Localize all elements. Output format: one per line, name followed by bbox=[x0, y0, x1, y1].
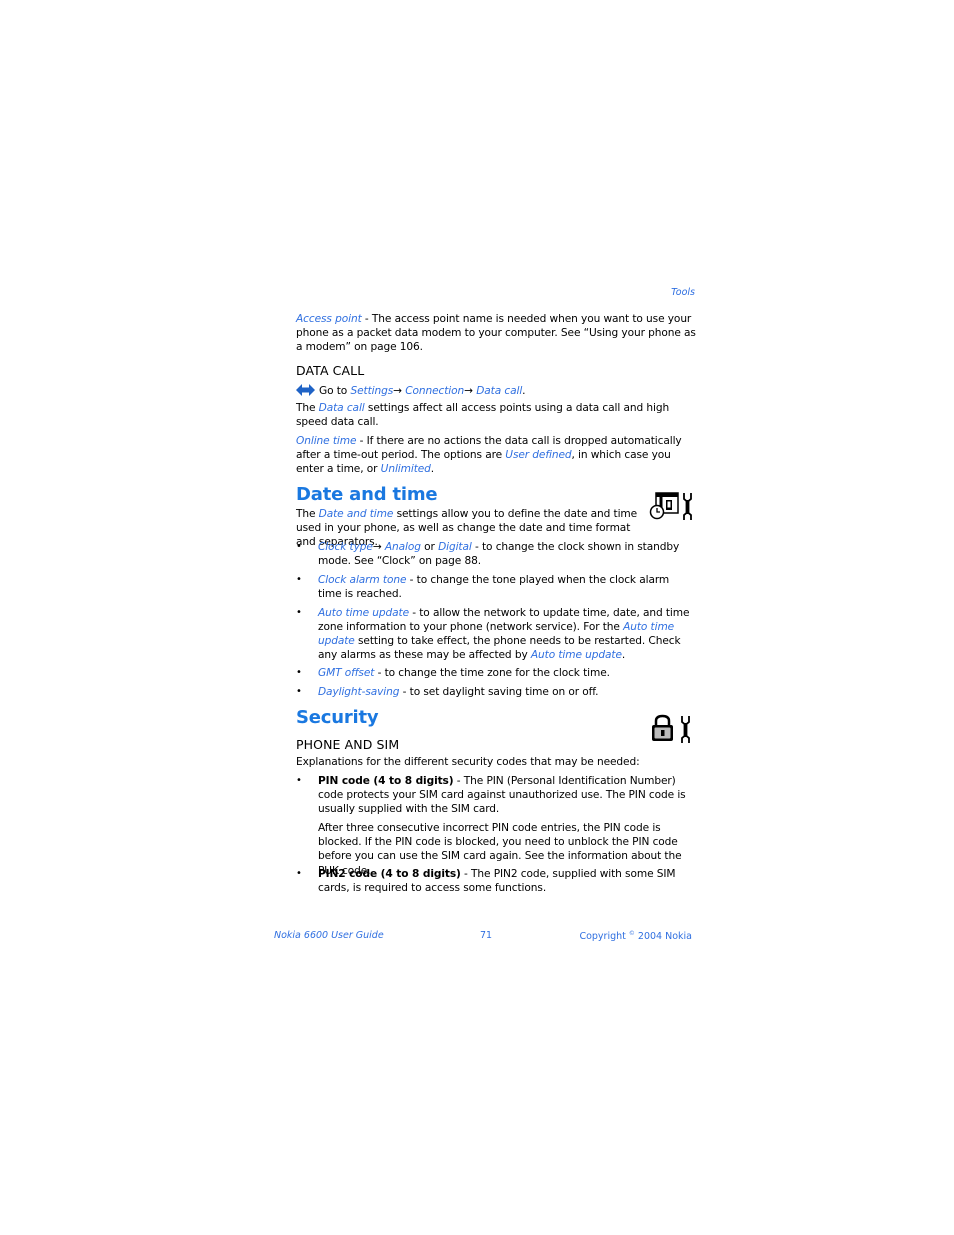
access-point-paragraph: Access point - The access point name is … bbox=[296, 312, 696, 354]
phone-and-sim-heading: PHONE AND SIM bbox=[296, 737, 400, 752]
pin-code-term: PIN code (4 to 8 digits) bbox=[318, 775, 454, 787]
bullet: • bbox=[296, 775, 302, 786]
bullet: • bbox=[296, 868, 302, 879]
pin2-code-term: PIN2 code (4 to 8 digits) bbox=[318, 868, 461, 880]
analog-option: Analog bbox=[384, 541, 421, 553]
nav-settings: Settings bbox=[350, 385, 394, 397]
navigation-arrow-icon bbox=[296, 383, 315, 401]
list-item: • GMT offset - to change the time zone f… bbox=[296, 667, 610, 679]
data-call-nav-path: Go to Settings→ Connection→ Data call. bbox=[296, 383, 696, 401]
user-defined-option: User defined bbox=[505, 449, 572, 462]
bullet: • bbox=[296, 574, 302, 585]
list-item: • Daylight-saving - to set daylight savi… bbox=[296, 686, 599, 698]
bullet: • bbox=[296, 607, 302, 618]
daylight-saving-term: Daylight-saving bbox=[318, 686, 400, 698]
digital-option: Digital bbox=[438, 541, 472, 553]
bullet: • bbox=[296, 667, 302, 678]
list-item: • Clock alarm tone - to change the tone … bbox=[296, 574, 670, 601]
date-time-term: Date and time bbox=[318, 508, 394, 520]
bullet: • bbox=[296, 686, 302, 697]
data-call-heading: DATA CALL bbox=[296, 363, 365, 378]
footer-guide-title: Nokia 6600 User Guide bbox=[274, 930, 384, 941]
page-number: 71 bbox=[480, 930, 493, 941]
access-point-term: Access point bbox=[296, 313, 362, 325]
clock-settings-icon bbox=[649, 491, 695, 525]
padlock-settings-icon bbox=[650, 714, 696, 748]
gmt-offset-term: GMT offset bbox=[318, 667, 375, 679]
data-call-term: Data call bbox=[318, 402, 365, 414]
auto-time-update-term: Auto time update bbox=[318, 607, 409, 619]
security-intro: Explanations for the different security … bbox=[296, 756, 640, 768]
list-item: • PIN2 code (4 to 8 digits) - The PIN2 c… bbox=[296, 868, 676, 895]
clock-alarm-tone-term: Clock alarm tone bbox=[318, 574, 407, 586]
running-header: Tools bbox=[671, 287, 695, 298]
date-and-time-heading: Date and time bbox=[296, 484, 438, 505]
nav-connection: Connection bbox=[405, 385, 465, 397]
footer-copyright: Copyright © 2004 Nokia bbox=[579, 930, 692, 943]
list-item: • PIN code (4 to 8 digits) - The PIN (Pe… bbox=[296, 774, 696, 878]
bullet: • bbox=[296, 541, 302, 552]
clock-type-term: Clock type bbox=[318, 541, 373, 553]
data-call-description: The Data call settings affect all access… bbox=[296, 402, 670, 429]
online-time-term: Online time bbox=[296, 435, 357, 447]
auto-time-update-term: Auto time update bbox=[530, 649, 622, 662]
security-heading: Security bbox=[296, 707, 379, 728]
unlimited-option: Unlimited bbox=[380, 463, 431, 476]
list-item: • Clock type→ Analog or Digital - to cha… bbox=[296, 541, 680, 568]
list-item: • Auto time update - to allow the networ… bbox=[296, 607, 690, 662]
nav-data-call: Data call bbox=[476, 385, 523, 397]
online-time-paragraph: Online time - If there are no actions th… bbox=[296, 435, 682, 476]
